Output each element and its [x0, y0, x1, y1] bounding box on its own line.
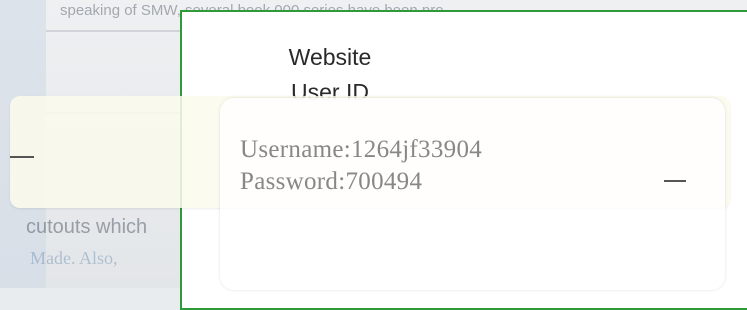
username-text: Username:1264jf33904 — [240, 136, 483, 163]
dash-mark-right — [664, 180, 686, 182]
background-text-lower-faded: Made. Also, — [30, 248, 118, 268]
background-rule — [46, 30, 186, 32]
background-text-lower: cutouts which — [26, 216, 148, 238]
dash-mark-left — [10, 156, 34, 158]
password-text: Password:700494 — [240, 168, 423, 195]
card-heading-website: Website — [288, 44, 372, 70]
